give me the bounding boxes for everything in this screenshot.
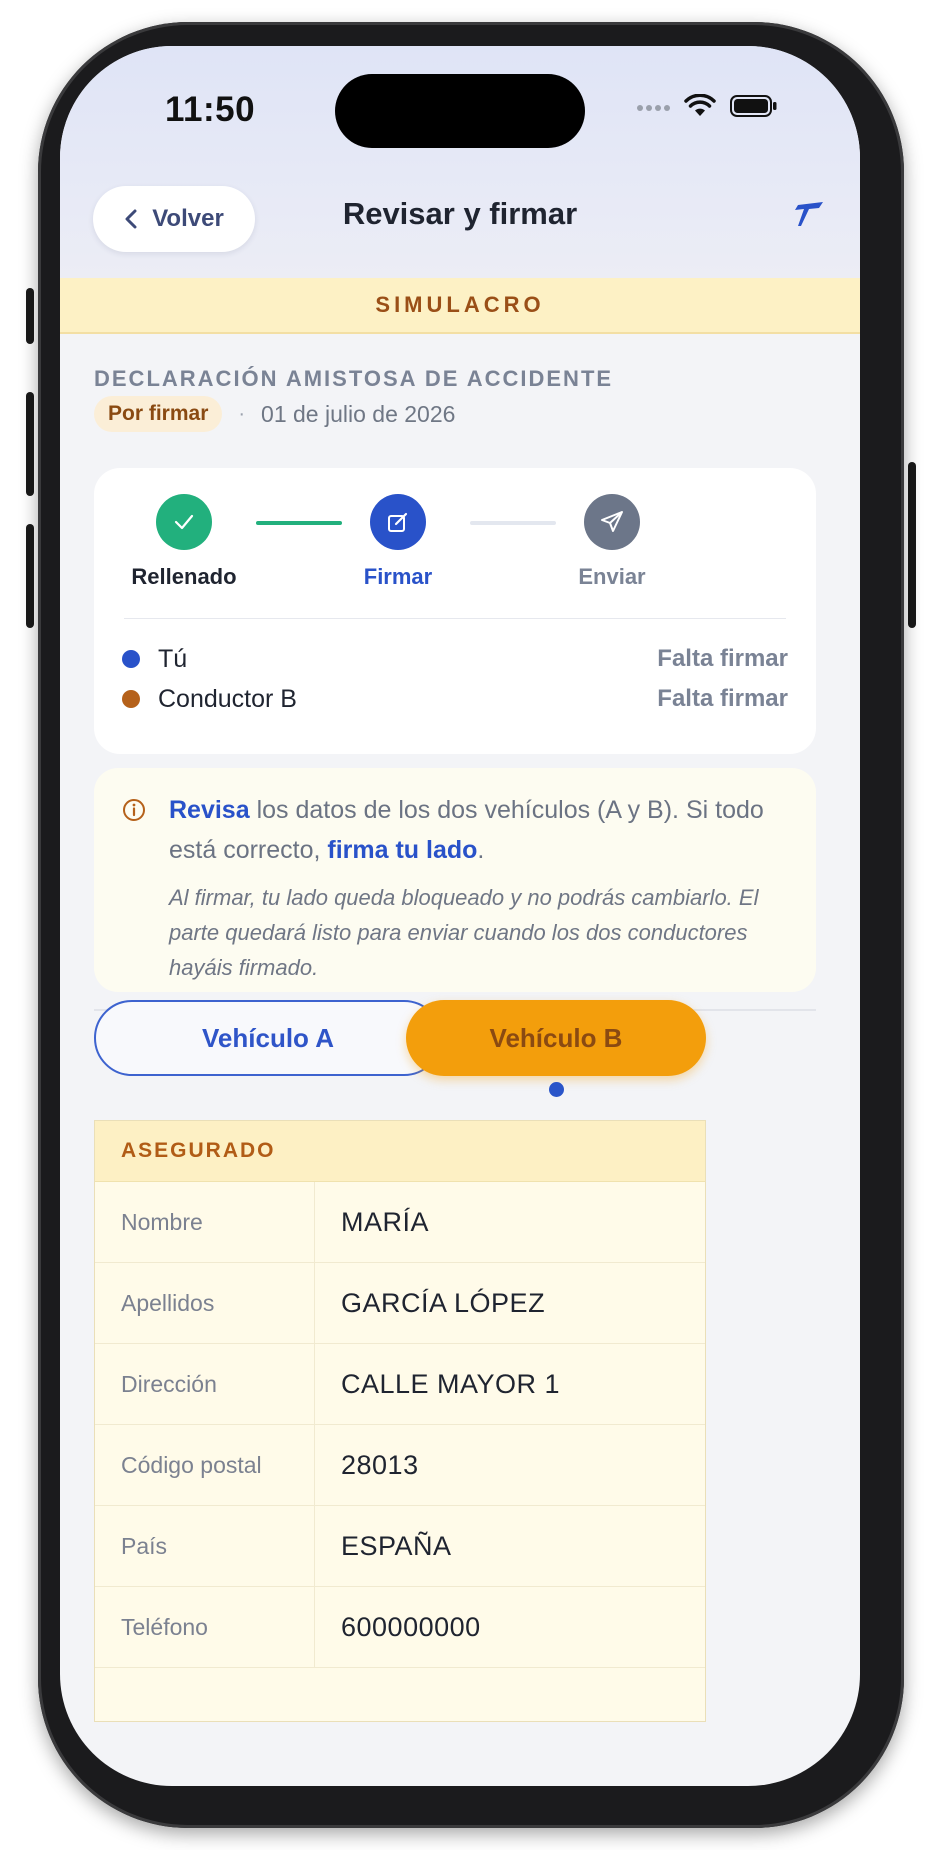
volume-down-button	[26, 524, 34, 628]
step-label: Rellenado	[131, 564, 237, 589]
progress-card: Rellenado Firmar Enviar Tú Falta firmar …	[94, 468, 816, 754]
table-row: País ESPAÑA	[95, 1506, 705, 1587]
brand-logo-icon	[792, 201, 824, 232]
row-label: Nombre	[95, 1182, 315, 1262]
insured-table: ASEGURADO Nombre MARÍA Apellidos GARCÍA …	[94, 1120, 706, 1722]
row-value: ESPAÑA	[341, 1530, 452, 1561]
table-row: Nombre MARÍA	[95, 1182, 705, 1263]
wifi-icon	[684, 94, 716, 116]
phone-frame: 11:50 Volver Revisar y firmar SIMULACRO …	[38, 22, 904, 1828]
info-highlight-review: Revisa	[169, 796, 250, 824]
signer-status: Falta firmar	[657, 685, 788, 712]
table-row: Código postal 28013	[95, 1425, 705, 1506]
status-badge: Por firmar	[94, 396, 223, 432]
selected-tab-indicator	[549, 1082, 564, 1097]
cellular-signal-icon	[637, 105, 670, 111]
step-circle	[156, 494, 212, 550]
send-icon	[601, 511, 623, 532]
document-type: DECLARACIÓN AMISTOSA DE ACCIDENTE	[94, 366, 614, 391]
battery-icon	[730, 95, 777, 117]
step-label: Enviar	[578, 564, 646, 589]
table-row: Dirección CALLE MAYOR 1	[95, 1344, 705, 1425]
edit-icon	[388, 512, 408, 532]
table-row: Apellidos GARCÍA LÓPEZ	[95, 1263, 705, 1344]
tab-vehiculo-b[interactable]: Vehículo B	[406, 1000, 706, 1076]
row-value: GARCÍA LÓPEZ	[341, 1287, 546, 1318]
row-value: 600000000	[341, 1611, 481, 1642]
step-rellenado: Rellenado	[104, 494, 264, 590]
info-note: Al firmar, tu lado queda bloqueado y no …	[169, 885, 759, 980]
row-label: Código postal	[95, 1425, 315, 1505]
signer-color-dot	[122, 650, 140, 668]
volume-up-button	[26, 392, 34, 496]
signer-name: Tú	[158, 644, 188, 673]
step-label: Firmar	[363, 564, 433, 589]
row-label: Teléfono	[95, 1587, 315, 1667]
step-firmar: Firmar	[318, 494, 478, 590]
info-icon	[122, 798, 146, 827]
table-section-header: ASEGURADO	[95, 1121, 705, 1182]
meta-separator: ·	[238, 402, 246, 425]
info-highlight-sign: firma tu lado	[327, 836, 478, 864]
row-value: CALLE MAYOR 1	[341, 1368, 561, 1399]
signer-row: Tú Falta firmar	[122, 644, 788, 674]
signer-row: Conductor B Falta firmar	[122, 684, 788, 714]
signer-status: Falta firmar	[657, 645, 788, 672]
app-screen: 11:50 Volver Revisar y firmar SIMULACRO …	[60, 46, 860, 1786]
status-time: 11:50	[165, 90, 256, 129]
drill-mode-banner: SIMULACRO	[60, 278, 860, 334]
document-date: 01 de julio de 2026	[261, 400, 456, 427]
table-row: Teléfono 600000000	[95, 1587, 705, 1668]
power-button	[908, 462, 916, 628]
page-title: Revisar y firmar	[342, 196, 578, 231]
card-divider	[124, 618, 786, 619]
row-label: Apellidos	[95, 1263, 315, 1343]
action-button	[26, 288, 34, 344]
signer-color-dot	[122, 690, 140, 708]
row-value: MARÍA	[341, 1206, 430, 1237]
dynamic-island	[335, 74, 585, 148]
row-label: Dirección	[95, 1344, 315, 1424]
info-callout: Revisa los datos de los dos vehículos (A…	[94, 768, 816, 992]
document-meta: Por firmar · 01 de julio de 2026	[94, 396, 455, 432]
step-circle	[584, 494, 640, 550]
row-label: País	[95, 1506, 315, 1586]
status-icons	[636, 94, 778, 118]
step-enviar: Enviar	[532, 494, 692, 590]
info-text-end: .	[477, 836, 485, 864]
info-message: Revisa los datos de los dos vehículos (A…	[169, 790, 789, 870]
check-icon	[174, 514, 194, 530]
tab-vehiculo-a[interactable]: Vehículo A	[94, 1000, 442, 1076]
signer-name: Conductor B	[158, 684, 297, 713]
step-circle	[370, 494, 426, 550]
row-value: 28013	[341, 1449, 419, 1480]
